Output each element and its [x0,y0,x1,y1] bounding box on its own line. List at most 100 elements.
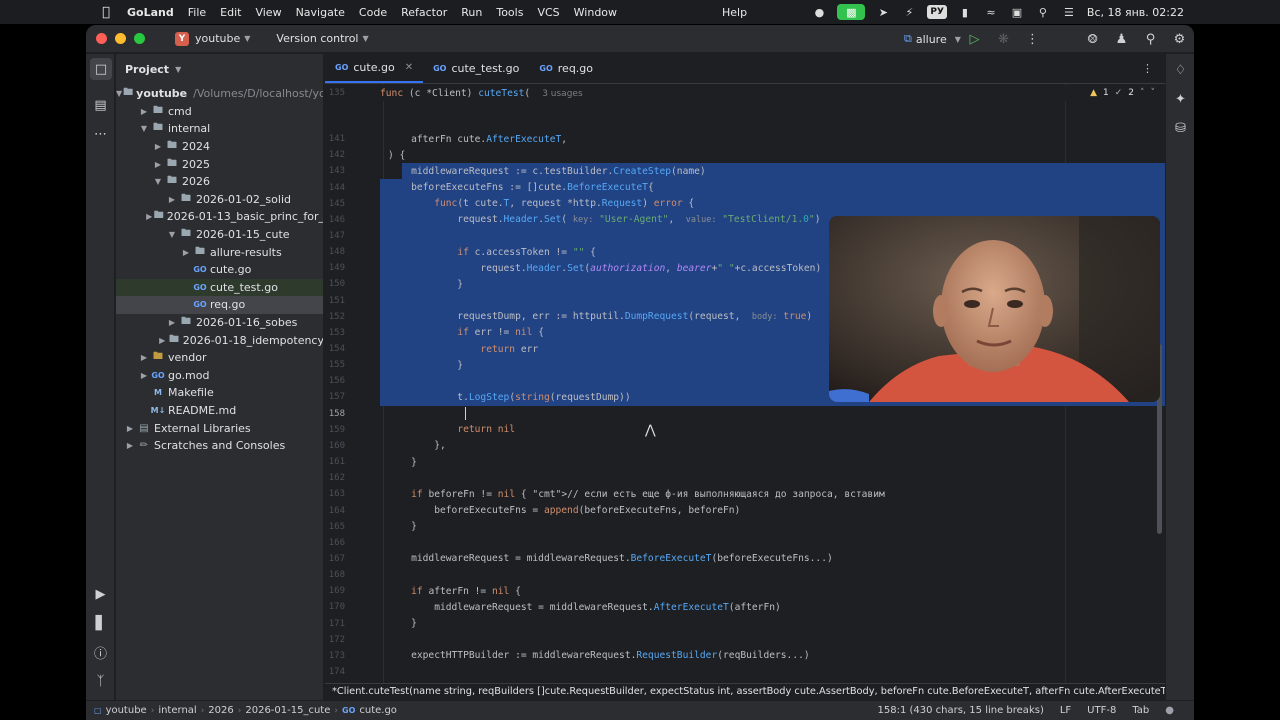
crumb-cute-folder[interactable]: 2026-01-15_cute [245,705,330,716]
line-separator[interactable]: LF [1060,705,1071,716]
chevron-right-icon[interactable]: ▶ [138,353,150,362]
tree-item-go-mod[interactable]: ▶ GO go.mod [116,367,323,385]
crumb-youtube[interactable]: youtube [106,705,147,716]
code-line[interactable]: 171 } [325,616,1165,632]
zoom-window-button[interactable] [134,33,145,44]
code-line[interactable]: 174 [325,664,1165,680]
tree-item-2025[interactable]: ▶ 🖿 2025 [116,155,323,173]
caret-position[interactable]: 158:1 (430 chars, 15 line breaks) [877,705,1043,716]
record-dot-icon[interactable]: ● [811,5,827,19]
menu-tools[interactable]: Tools [496,6,523,19]
chevron-right-icon[interactable]: ▶ [138,107,150,116]
structure-icon[interactable]: ▤ [92,97,109,114]
tree-item-2026-01-15-cute[interactable]: ▼ 🖿 2026-01-15_cute [116,226,323,244]
chevron-right-icon[interactable]: ▶ [124,424,136,433]
crumb-cute-go[interactable]: cute.go [359,705,397,716]
tree-item-2026-01-02-solid[interactable]: ▶ 🖿 2026-01-02_solid [116,191,323,209]
menu-edit[interactable]: Edit [220,6,241,19]
tab-req-go[interactable]: GO req.go [529,54,603,83]
menu-view[interactable]: View [255,6,281,19]
crumb-internal[interactable]: internal [158,705,196,716]
run-configuration-selector[interactable]: ⧉ allure ▼ [904,32,961,46]
code-line[interactable]: 164 beforeExecuteFns = append(beforeExec… [325,502,1165,518]
code-with-me-icon[interactable]: ⨷ [1078,25,1107,53]
tree-item-scratches-and-consoles[interactable]: ▶ ✏ Scratches and Consoles [116,437,323,455]
chevron-right-icon[interactable]: ▶ [138,371,150,380]
settings-gear-icon[interactable]: ⚙ [1165,25,1194,53]
menu-vcs[interactable]: VCS [537,6,559,19]
menu-code[interactable]: Code [359,6,387,19]
file-encoding[interactable]: UTF-8 [1087,705,1116,716]
usages-count[interactable]: 3 usages [542,89,582,99]
code-line[interactable]: 159 return nil [325,422,1165,438]
code-line[interactable]: 144 beforeExecuteFns := []cute.BeforeExe… [325,179,1165,195]
battery-icon[interactable]: ▮ [957,5,973,19]
tab-cute-test-go[interactable]: GO cute_test.go [423,54,529,83]
code-line[interactable]: 168 [325,567,1165,583]
keyboard-layout-badge[interactable]: РУ [927,5,947,19]
ai-assistant-icon[interactable]: ✦ [1172,91,1189,108]
tree-item-req-go[interactable]: GO req.go [116,296,323,314]
indent-setting[interactable]: Tab [1132,705,1149,716]
chevron-right-icon[interactable]: ▶ [124,441,136,450]
chevron-down-icon[interactable]: ▼ [116,89,122,98]
crumb-2026[interactable]: 2026 [208,705,233,716]
chevron-right-icon[interactable]: ▶ [166,318,178,327]
wifi-icon[interactable]: ≈ [983,5,999,19]
version-control-widget[interactable]: Version control [276,32,358,45]
tree-item-makefile[interactable]: M Makefile [116,384,323,402]
menu-run[interactable]: Run [461,6,482,19]
code-line[interactable]: 165 } [325,519,1165,535]
database-icon[interactable]: ⛁ [1172,120,1189,137]
code-line[interactable]: 173 expectHTTPBuilder := middlewareReque… [325,648,1165,664]
apple-icon[interactable]:  [99,5,113,20]
chevron-right-icon[interactable]: ▶ [166,195,178,204]
code-line[interactable]: 170 middlewareRequest = middlewareReques… [325,599,1165,615]
menu-help[interactable]: Help [722,6,747,19]
chevron-right-icon[interactable]: ▶ [146,212,153,221]
debug-icon[interactable]: ❋ [989,25,1018,53]
chevron-down-icon[interactable]: ▼ [362,34,368,43]
menu-file[interactable]: File [188,6,206,19]
chevron-down-icon[interactable]: ▼ [166,230,178,239]
code-line[interactable]: 143 middlewareRequest := c.testBuilder.C… [325,163,1165,179]
git-icon[interactable]: ᛉ [92,673,109,690]
inspection-widget[interactable]: ▲ 1 ✓ 2 ˄ ˅ [1090,88,1155,98]
lock-icon[interactable]: ● [1165,705,1174,716]
minimize-window-button[interactable] [115,33,126,44]
chevron-right-icon[interactable]: ▶ [152,142,164,151]
chevron-right-icon[interactable]: ▶ [152,160,164,169]
tree-item-vendor[interactable]: ▶ 🖿 vendor [116,349,323,367]
close-window-button[interactable] [96,33,107,44]
stay-awake-icon[interactable]: ⚡ [901,5,917,19]
code-line[interactable]: 160 }, [325,438,1165,454]
chevron-down-icon[interactable]: ▼ [138,124,150,133]
code-line[interactable]: 142) { [325,147,1165,163]
chevron-up-icon[interactable]: ˄ [1140,88,1145,98]
code-line[interactable]: 172 [325,632,1165,648]
project-switcher[interactable]: youtube [195,32,240,45]
spotlight-search-icon[interactable]: ⚲ [1035,5,1051,19]
menu-app[interactable]: GoLand [127,6,174,19]
more-actions-icon[interactable]: ⋮ [1018,25,1047,53]
tree-item-cute-go[interactable]: GO cute.go [116,261,323,279]
chevron-down-icon[interactable]: ▼ [152,177,164,186]
chevron-down-icon[interactable]: ▼ [244,34,250,43]
telegram-icon[interactable]: ➤ [875,5,891,19]
notifications-bell-icon[interactable]: ♢ [1172,62,1189,79]
problems-icon[interactable]: ⓘ [92,644,109,662]
project-panel-header[interactable]: Project ▼ [116,54,323,84]
code-line[interactable]: 161 } [325,454,1165,470]
tree-item-2026-01-16-sobes[interactable]: ▶ 🖿 2026-01-16_sobes [116,314,323,332]
tree-item-internal[interactable]: ▼ 🖿 internal [116,120,323,138]
code-line[interactable]: 166 [325,535,1165,551]
tree-item-cmd[interactable]: ▶ 🖿 cmd [116,103,323,121]
tab-actions-more-icon[interactable]: ⋮ [1142,62,1153,75]
code-line[interactable]: 158 [325,406,1165,422]
tree-item-2026[interactable]: ▼ 🖿 2026 [116,173,323,191]
tree-item-cute-test-go[interactable]: GO cute_test.go [116,278,323,297]
code-line[interactable]: 162 [325,470,1165,486]
facetime-camera-icon[interactable]: ▩ [837,4,866,20]
add-user-icon[interactable]: ♟ [1107,25,1136,53]
tab-cute-go[interactable]: GO cute.go ✕ [325,54,424,83]
